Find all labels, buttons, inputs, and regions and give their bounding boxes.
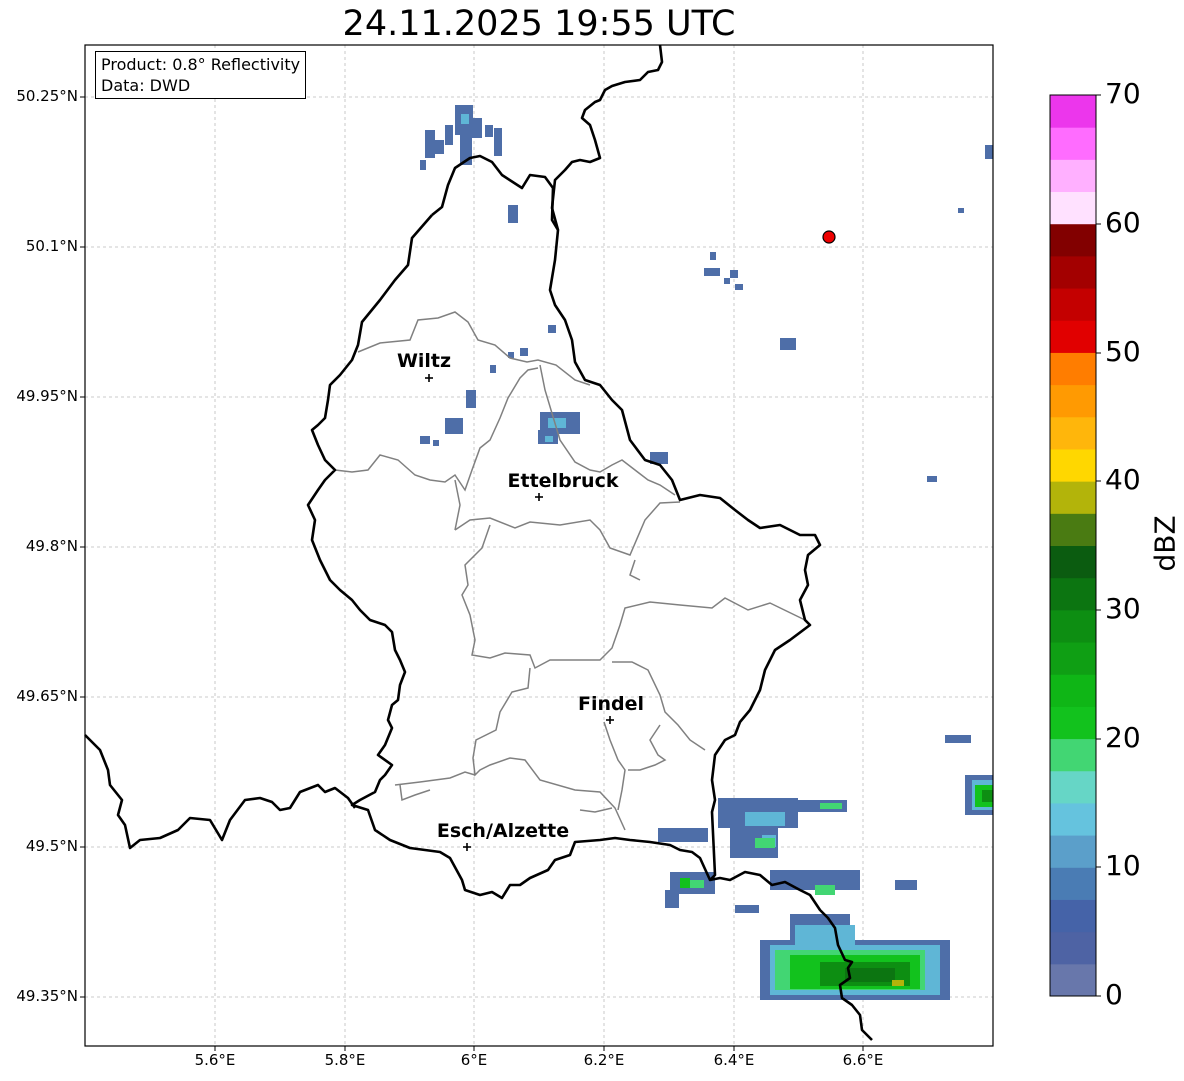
colorbar-segment <box>1050 191 1096 225</box>
colorbar-segment <box>1050 802 1096 836</box>
colorbar-tick-label: 30 <box>1105 592 1141 625</box>
colorbar-segment <box>1050 545 1096 579</box>
lat-label: 50.1°N <box>25 237 78 255</box>
lat-label: 49.65°N <box>16 687 78 705</box>
data-source-label: Data: DWD <box>101 76 191 95</box>
colorbar-segment <box>1050 384 1096 418</box>
product-info-box: Product: 0.8° Reflectivity Data: DWD <box>95 51 307 99</box>
map-area[interactable] <box>85 45 993 1046</box>
lon-label: 6.6°E <box>842 1051 884 1069</box>
lon-label: 6°E <box>460 1051 488 1069</box>
colorbar-segment <box>1050 899 1096 933</box>
colorbar-segment <box>1050 963 1096 997</box>
city-label-ettelbruck: Ettelbruck <box>507 470 619 492</box>
colorbar-segment <box>1050 448 1096 482</box>
colorbar-segment <box>1050 738 1096 772</box>
colorbar-segment <box>1050 127 1096 160</box>
colorbar-segment <box>1050 577 1096 611</box>
colorbar-label: dBZ <box>1148 515 1182 572</box>
colorbar-segment <box>1050 642 1096 675</box>
colorbar-segment <box>1050 931 1096 965</box>
colorbar-segment <box>1050 159 1096 193</box>
colorbar-segment <box>1050 95 1096 128</box>
colorbar-segment <box>1050 223 1096 257</box>
colorbar-segment <box>1050 770 1096 804</box>
colorbar-tick-label: 20 <box>1105 721 1141 754</box>
colorbar-segment <box>1050 674 1096 707</box>
colorbar-segment <box>1050 320 1096 353</box>
colorbar-tick-label: 10 <box>1105 849 1141 882</box>
colorbar-segment <box>1050 835 1096 868</box>
colorbar-segment <box>1050 513 1096 546</box>
colorbar-segment <box>1050 867 1096 900</box>
lon-label: 5.8°E <box>324 1051 366 1069</box>
colorbar-segment <box>1050 481 1096 514</box>
colorbar-tick-label: 50 <box>1105 335 1141 368</box>
city-label-wiltz: Wiltz <box>396 350 452 372</box>
lat-label: 50.25°N <box>16 87 78 105</box>
colorbar-segment <box>1050 255 1096 289</box>
colorbar-segment <box>1050 288 1096 321</box>
location-marker[interactable] <box>822 230 836 244</box>
colorbar-tick-label: 70 <box>1105 77 1141 110</box>
colorbar-tick-label: 60 <box>1105 206 1141 239</box>
colorbar-segment <box>1050 416 1096 450</box>
product-label: Product: 0.8° Reflectivity <box>101 55 301 74</box>
city-label-findel: Findel <box>577 693 645 715</box>
colorbar-segment <box>1050 706 1096 740</box>
colorbar <box>1050 95 1096 997</box>
lat-label: 49.8°N <box>25 537 78 555</box>
lon-label: 5.6°E <box>194 1051 236 1069</box>
lon-label: 6.2°E <box>583 1051 625 1069</box>
city-label-esch: Esch/Alzette <box>436 820 570 842</box>
radar-map[interactable] <box>0 0 1184 1081</box>
lat-label: 49.35°N <box>16 987 78 1005</box>
colorbar-tick-label: 40 <box>1105 463 1141 496</box>
colorbar-segment <box>1050 352 1096 386</box>
lat-label: 49.95°N <box>16 387 78 405</box>
colorbar-tick-label: 0 <box>1105 978 1123 1011</box>
colorbar-segment <box>1050 609 1096 643</box>
lon-label: 6.4°E <box>713 1051 755 1069</box>
colorbar-ticks <box>1096 94 1101 997</box>
lat-label: 49.5°N <box>25 837 78 855</box>
